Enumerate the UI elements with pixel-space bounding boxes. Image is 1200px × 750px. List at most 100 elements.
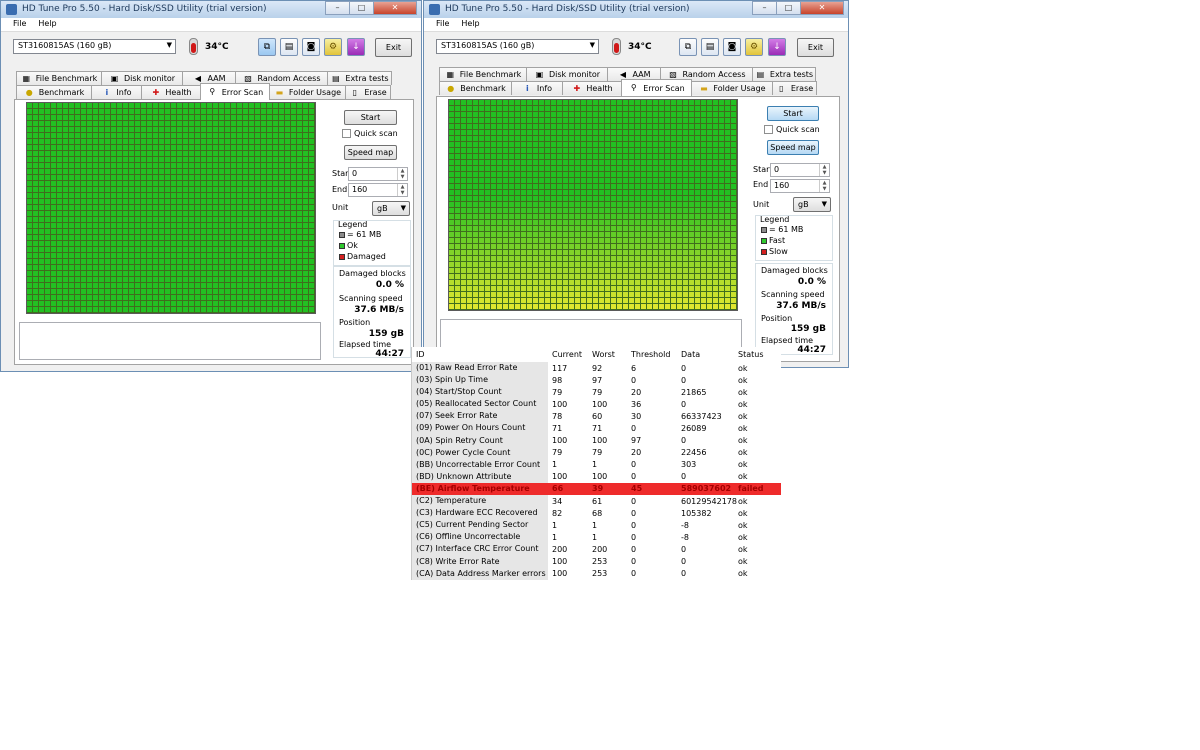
end-input[interactable]: 160 ▲ ▼ <box>348 183 408 197</box>
column-header-status[interactable]: Status <box>734 350 778 359</box>
speed-map-button[interactable]: Speed map <box>344 145 397 160</box>
damaged-blocks-value: 0.0 % <box>797 277 826 287</box>
table-row[interactable]: (05) Reallocated Sector Count 100 100 36 0 ok <box>412 398 781 411</box>
tab-benchmark[interactable]: ● Benchmark <box>439 81 512 95</box>
copy-text-icon[interactable]: ▤ <box>280 38 298 56</box>
start-input[interactable]: 0 ▲ ▼ <box>348 167 408 181</box>
tab-error-scan[interactable]: ⚲ Error Scan <box>621 79 692 96</box>
spinner-arrows-icon[interactable]: ▲ ▼ <box>819 180 829 192</box>
log-box[interactable] <box>19 322 321 360</box>
cell-worst: 253 <box>592 557 608 567</box>
start-input[interactable]: 0 ▲ ▼ <box>770 163 830 177</box>
column-header-worst[interactable]: Worst <box>588 350 627 359</box>
tab-error-scan[interactable]: ⚲ Error Scan <box>200 83 270 100</box>
options-icon[interactable]: ⚙ <box>324 38 342 56</box>
table-row[interactable]: (BE) Airflow Temperature 66 39 45 589037602 f… <box>412 482 781 496</box>
tab-info[interactable]: i Info <box>511 81 563 95</box>
table-row[interactable]: (0C) Power Cycle Count 79 79 20 22456 ok <box>412 446 781 459</box>
tab-erase[interactable]: ▯ Erase <box>772 81 817 95</box>
table-row[interactable]: (C2) Temperature 34 61 0 60129542178 ok <box>412 495 781 508</box>
quick-scan-checkbox[interactable]: Quick scan <box>342 129 398 138</box>
maximize-button[interactable]: □ <box>776 1 801 15</box>
cell-threshold: 0 <box>631 496 637 506</box>
column-header-id[interactable]: ID <box>412 347 548 362</box>
copy-text-icon[interactable]: ▤ <box>701 38 719 56</box>
save-down-arrow-icon[interactable]: ↓ <box>768 38 786 56</box>
exit-button[interactable]: Exit <box>375 38 412 57</box>
tab-file-benchmark[interactable]: ▦ File Benchmark <box>439 67 527 81</box>
start-button[interactable]: Start <box>344 110 397 125</box>
screenshot-icon[interactable]: ◙ <box>723 38 741 56</box>
table-row[interactable]: (BB) Uncorrectable Error Count 1 1 0 303 ok <box>412 458 781 471</box>
table-row[interactable]: (C8) Write Error Rate 100 253 0 0 ok <box>412 555 781 568</box>
tab-file-benchmark[interactable]: ▦ File Benchmark <box>16 71 102 85</box>
spinner-arrows-icon[interactable]: ▲ ▼ <box>397 184 407 196</box>
quick-scan-label: Quick scan <box>354 129 398 138</box>
tab-label: Folder Usage <box>288 88 342 97</box>
table-row[interactable]: (07) Seek Error Rate 78 60 30 66337423 ok <box>412 410 781 423</box>
cell-worst: 71 <box>592 424 603 434</box>
speed-map-button[interactable]: Speed map <box>767 140 819 155</box>
legend-label: Ok <box>347 241 358 250</box>
table-row[interactable]: (09) Power On Hours Count 71 71 0 26089 ok <box>412 422 781 435</box>
options-icon[interactable]: ⚙ <box>745 38 763 56</box>
cell-data: -8 <box>681 520 689 530</box>
copy-info-icon[interactable]: ⧉ <box>258 38 276 56</box>
menu-file[interactable]: File <box>430 18 455 31</box>
cell-current: 100 <box>552 569 568 579</box>
legend-title: Legend <box>338 220 368 229</box>
cell-worst: 200 <box>592 544 608 554</box>
legend-label: = 61 MB <box>769 225 804 234</box>
title-bar[interactable]: HD Tune Pro 5.50 - Hard Disk/SSD Utility… <box>424 1 848 18</box>
table-row[interactable]: (CA) Data Address Marker errors 100 253 0 0 o… <box>412 567 781 580</box>
copy-info-icon[interactable]: ⧉ <box>679 38 697 56</box>
tab-benchmark[interactable]: ● Benchmark <box>16 85 92 99</box>
table-row[interactable]: (C6) Offline Uncorrectable 1 1 0 -8 ok <box>412 531 781 544</box>
minimize-button[interactable]: – <box>752 1 777 15</box>
save-down-arrow-icon[interactable]: ↓ <box>347 38 365 56</box>
menu-file[interactable]: File <box>7 18 32 31</box>
spinner-arrows-icon[interactable]: ▲ ▼ <box>397 168 407 180</box>
column-header-data[interactable]: Data <box>677 350 734 359</box>
table-row[interactable]: (03) Spin Up Time 98 97 0 0 ok <box>412 374 781 387</box>
quick-scan-checkbox[interactable]: Quick scan <box>764 125 820 134</box>
close-button[interactable]: ✕ <box>373 1 417 15</box>
tab-folder-usage[interactable]: ▬ Folder Usage <box>691 81 773 95</box>
table-row[interactable]: (C3) Hardware ECC Recovered 82 68 0 105382 ok <box>412 507 781 520</box>
table-row[interactable]: (04) Start/Stop Count 79 79 20 21865 ok <box>412 386 781 399</box>
drive-select[interactable]: ST3160815AS (160 gB) ▼ <box>436 39 599 54</box>
end-field-label: End <box>332 185 348 194</box>
unit-select[interactable]: gB ▼ <box>372 201 410 216</box>
tab-extra-tests[interactable]: ▤ Extra tests <box>752 67 816 81</box>
minimize-button[interactable]: – <box>325 1 350 15</box>
tab-health[interactable]: ✚ Health <box>562 81 622 95</box>
cell-id: (0C) Power Cycle Count <box>412 446 548 459</box>
table-row[interactable]: (C7) Interface CRC Error Count 200 200 0 0 ok <box>412 543 781 556</box>
column-header-threshold[interactable]: Threshold <box>627 350 677 359</box>
tab-erase[interactable]: ▯ Erase <box>345 85 391 99</box>
tab-extra-tests[interactable]: ▤ Extra tests <box>327 71 392 85</box>
table-row[interactable]: (0A) Spin Retry Count 100 100 97 0 ok <box>412 434 781 447</box>
column-header-current[interactable]: Current <box>548 350 588 359</box>
unit-select[interactable]: gB ▼ <box>793 197 831 212</box>
tab-info[interactable]: i Info <box>91 85 142 99</box>
start-button[interactable]: Start <box>767 106 819 121</box>
maximize-button[interactable]: □ <box>349 1 374 15</box>
table-row[interactable]: (01) Raw Read Error Rate 117 92 6 0 ok <box>412 362 781 375</box>
tab-health[interactable]: ✚ Health <box>141 85 201 99</box>
title-bar[interactable]: HD Tune Pro 5.50 - Hard Disk/SSD Utility… <box>1 1 421 18</box>
tab-disk-monitor[interactable]: ▣ Disk monitor <box>526 67 608 81</box>
close-button[interactable]: ✕ <box>800 1 844 15</box>
menu-help[interactable]: Help <box>32 18 62 31</box>
table-row[interactable]: (BD) Unknown Attribute 100 100 0 0 ok <box>412 470 781 483</box>
spinner-arrows-icon[interactable]: ▲ ▼ <box>819 164 829 176</box>
end-input[interactable]: 160 ▲ ▼ <box>770 179 830 193</box>
exit-button[interactable]: Exit <box>797 38 834 57</box>
menu-help[interactable]: Help <box>455 18 485 31</box>
cell-data: 21865 <box>681 387 707 397</box>
tab-disk-monitor[interactable]: ▣ Disk monitor <box>101 71 183 85</box>
tab-folder-usage[interactable]: ▬ Folder Usage <box>269 85 346 99</box>
screenshot-icon[interactable]: ◙ <box>302 38 320 56</box>
drive-select[interactable]: ST3160815AS (160 gB) ▼ <box>13 39 176 54</box>
table-row[interactable]: (C5) Current Pending Sector 1 1 0 -8 ok <box>412 519 781 532</box>
